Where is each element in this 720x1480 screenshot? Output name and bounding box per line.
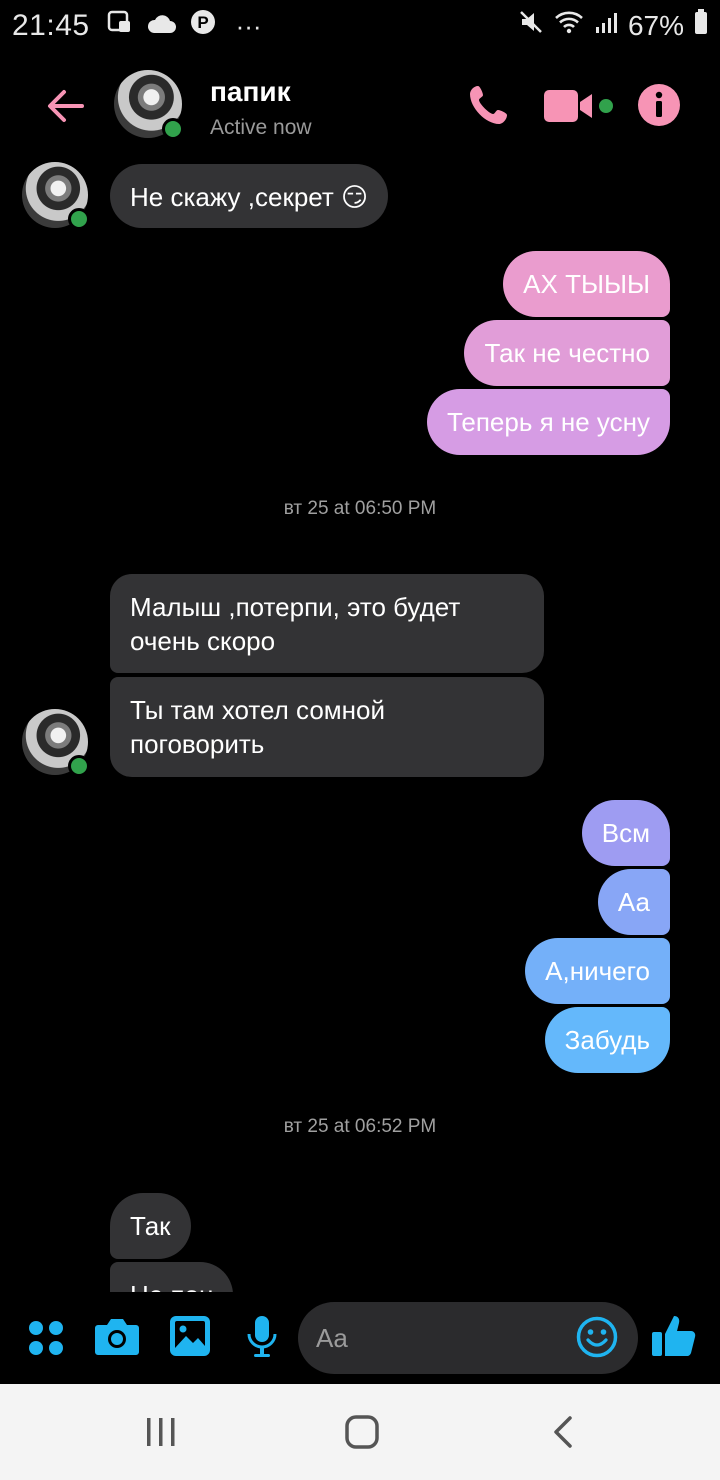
sent-message[interactable]: Забудь bbox=[544, 1007, 670, 1073]
sent-message[interactable]: Всм bbox=[581, 800, 670, 866]
recent-apps-icon bbox=[147, 1418, 175, 1446]
message-line: поговорить bbox=[130, 729, 265, 759]
svg-text:P: P bbox=[197, 13, 208, 32]
sent-message[interactable]: АХ ТЫЫЫ bbox=[503, 251, 670, 317]
video-camera-icon bbox=[544, 90, 613, 122]
sender-avatar[interactable] bbox=[22, 162, 90, 230]
scroll-clip: Не пон bbox=[0, 1262, 720, 1292]
chevron-left-icon bbox=[554, 1416, 572, 1448]
received-message[interactable]: Ты там хотел сомной поговорить bbox=[110, 677, 544, 777]
phone-icon bbox=[470, 86, 507, 124]
message-timestamp: вт 25 at 06:52 PM bbox=[283, 1116, 437, 1137]
thumbs-up-icon bbox=[652, 1316, 696, 1356]
message-line: Ты там хотел сомной bbox=[130, 695, 385, 725]
sent-message[interactable]: Теперь я не усну bbox=[426, 389, 670, 455]
pinterest-icon: P bbox=[190, 9, 216, 43]
message-line: Малыш ,потерпи, это будет bbox=[130, 592, 461, 622]
home-button[interactable] bbox=[344, 1414, 380, 1455]
voice-call-button[interactable] bbox=[466, 82, 512, 128]
gallery-button[interactable] bbox=[170, 1316, 210, 1361]
smiley-icon bbox=[576, 1316, 618, 1358]
back-arrow-icon bbox=[48, 90, 84, 122]
emoji-button[interactable] bbox=[576, 1316, 618, 1363]
camera-icon bbox=[95, 1319, 139, 1355]
back-nav-button[interactable] bbox=[550, 1414, 578, 1455]
voice-record-button[interactable] bbox=[246, 1314, 278, 1365]
sent-message[interactable]: Так не честно bbox=[464, 320, 670, 386]
info-icon bbox=[638, 84, 680, 126]
recent-apps-button[interactable] bbox=[144, 1414, 178, 1455]
received-message[interactable]: Не скажу ,секрет 😏 bbox=[110, 164, 389, 228]
info-button[interactable] bbox=[638, 84, 680, 126]
like-button[interactable] bbox=[650, 1312, 698, 1365]
online-indicator bbox=[68, 755, 90, 777]
more-actions-button[interactable] bbox=[28, 1320, 64, 1361]
received-message[interactable]: Так bbox=[110, 1193, 191, 1259]
message-line: очень скоро bbox=[130, 626, 276, 656]
battery-icon bbox=[694, 9, 708, 43]
chat-header: папик Active now bbox=[0, 60, 720, 150]
system-nav-bar bbox=[0, 1384, 720, 1480]
received-message[interactable]: Не пон bbox=[110, 1262, 234, 1292]
microphone-icon bbox=[247, 1316, 277, 1357]
received-message[interactable]: Малыш ,потерпи, это будет очень скоро bbox=[110, 574, 544, 673]
wifi-icon bbox=[554, 9, 584, 43]
grid-icon bbox=[29, 1321, 63, 1355]
battery-percent: 67% bbox=[627, 10, 684, 41]
image-icon bbox=[170, 1316, 210, 1356]
home-icon bbox=[345, 1415, 379, 1449]
back-button[interactable] bbox=[42, 82, 90, 130]
signal-icon bbox=[594, 9, 618, 43]
cloud-icon bbox=[146, 9, 176, 43]
contact-active-status: Active now bbox=[210, 116, 312, 139]
online-indicator bbox=[68, 208, 90, 230]
screenshot-icon bbox=[106, 9, 132, 43]
message-timestamp: вт 25 at 06:50 PM bbox=[283, 498, 437, 519]
sent-message[interactable]: Аа bbox=[597, 869, 670, 935]
sender-avatar[interactable] bbox=[22, 709, 90, 777]
camera-button[interactable] bbox=[94, 1316, 140, 1361]
more-icon: ··· bbox=[235, 10, 262, 41]
contact-name[interactable]: папик bbox=[210, 76, 291, 108]
mute-icon bbox=[518, 9, 544, 43]
status-time: 21:45 bbox=[12, 9, 90, 42]
sent-message[interactable]: А,ничего bbox=[525, 938, 670, 1004]
video-call-button[interactable] bbox=[544, 88, 614, 124]
status-bar: 21:45 P ··· 67% bbox=[0, 0, 720, 52]
message-composer bbox=[0, 1296, 720, 1384]
online-indicator bbox=[162, 118, 184, 140]
contact-avatar[interactable] bbox=[114, 70, 184, 140]
